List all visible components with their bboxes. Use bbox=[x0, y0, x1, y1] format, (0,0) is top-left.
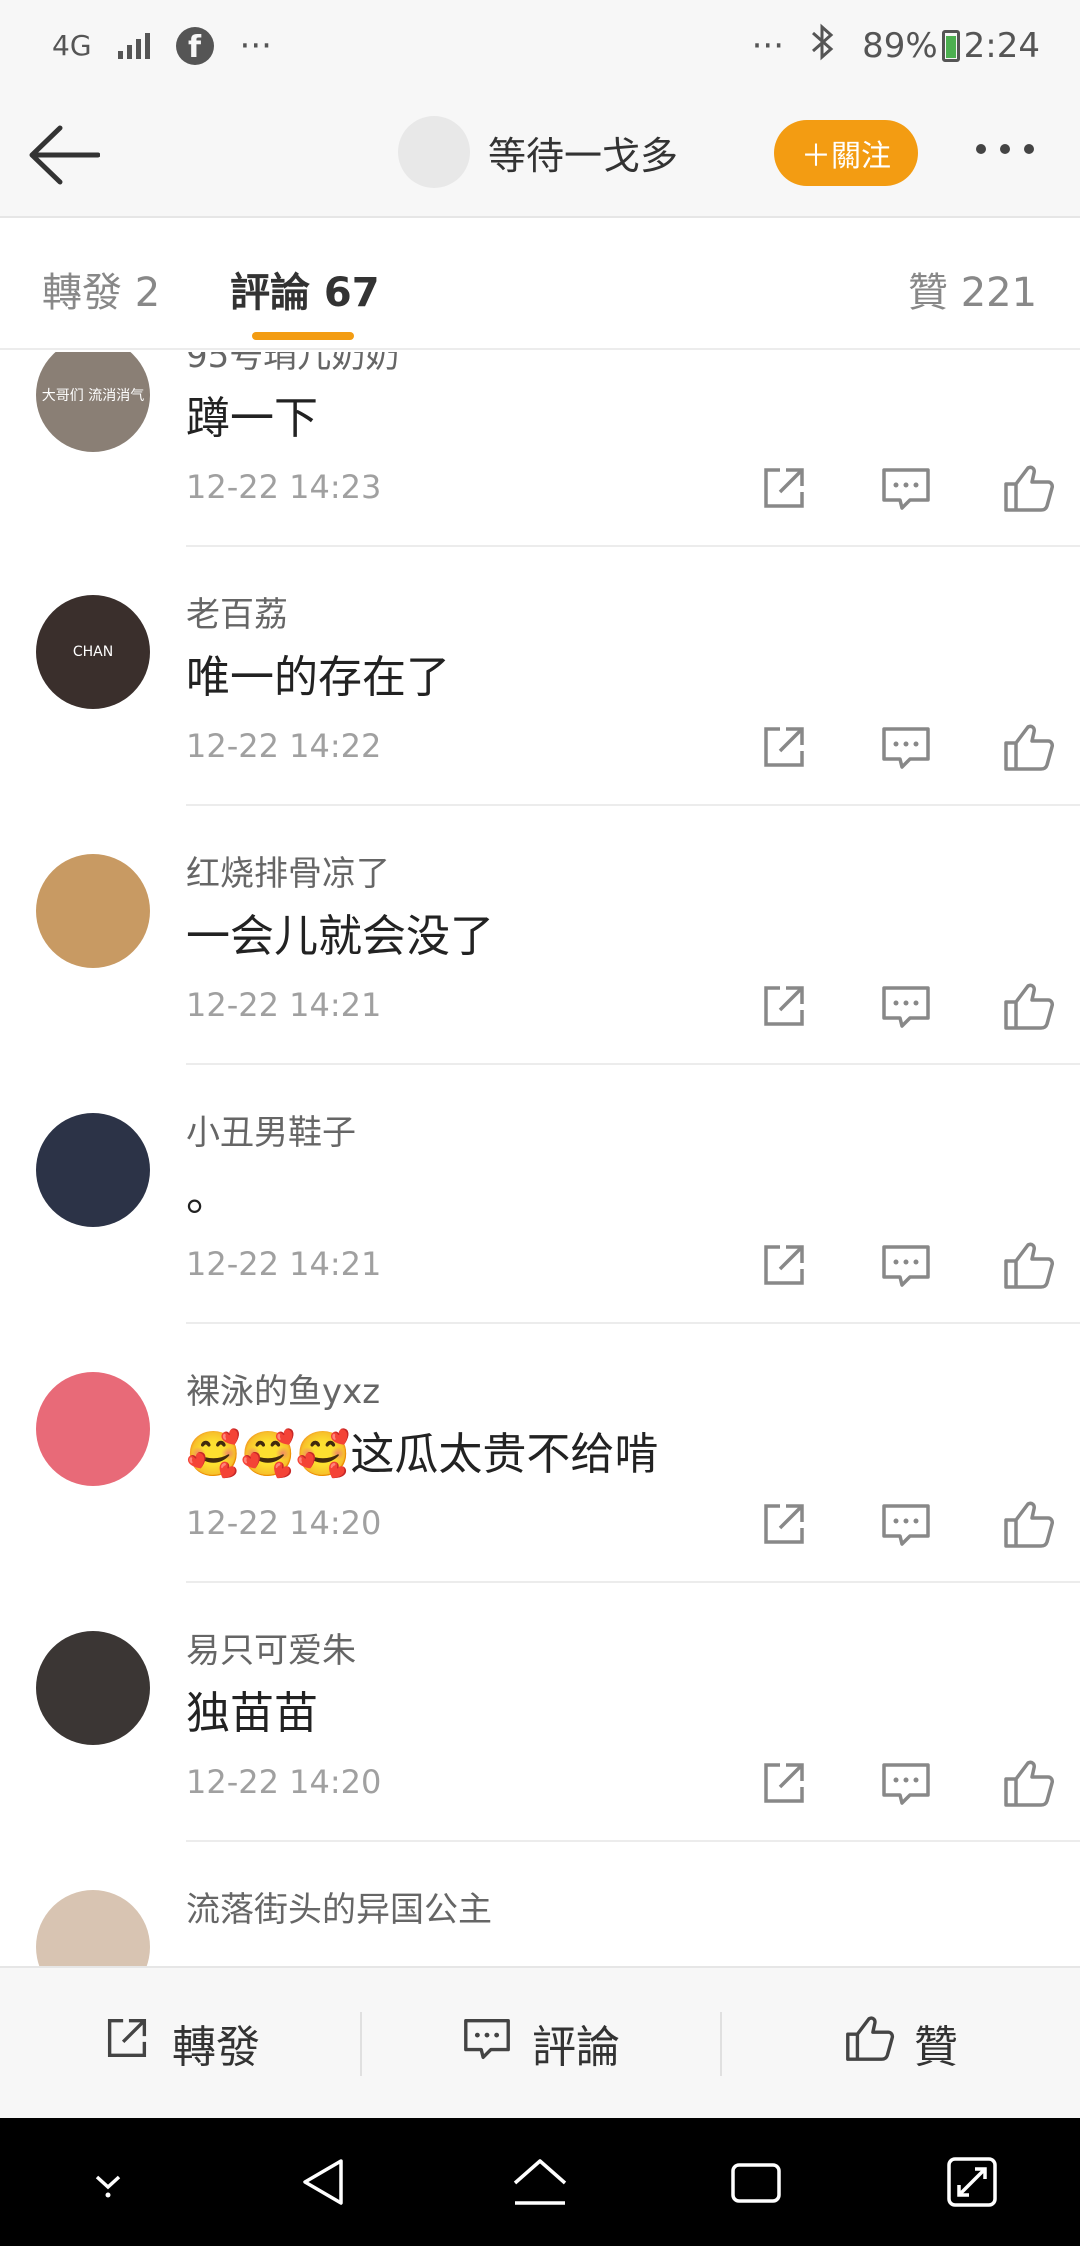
comment-username[interactable]: 流落街头的异国公主 bbox=[186, 1882, 492, 1931]
like-icon[interactable] bbox=[1000, 978, 1056, 1034]
like-icon[interactable] bbox=[1000, 1755, 1056, 1811]
home-nav-icon[interactable] bbox=[507, 2149, 573, 2215]
like-label: 贊 bbox=[914, 2022, 958, 2073]
battery-icon bbox=[941, 30, 960, 62]
share-icon[interactable] bbox=[756, 1237, 812, 1293]
share-icon[interactable] bbox=[756, 460, 812, 516]
comment-item: CHAN 老百荔 唯一的存在了 12-22 14:22 bbox=[0, 547, 1080, 806]
back-arrow-icon[interactable] bbox=[28, 122, 101, 188]
tab-comments[interactable]: 評論 67 bbox=[230, 260, 380, 318]
comment-username[interactable]: 裸泳的鱼yxz bbox=[186, 1364, 380, 1413]
comment-actions bbox=[756, 978, 1056, 1034]
repost-label: 轉發 bbox=[172, 2022, 260, 2073]
share-icon[interactable] bbox=[756, 1496, 812, 1552]
comment-icon[interactable] bbox=[878, 460, 934, 516]
comment-username[interactable]: 95号琄儿奶奶 bbox=[186, 352, 399, 377]
comment-time: 12-22 14:20 bbox=[186, 1763, 382, 1801]
comment-button[interactable]: 評論 bbox=[360, 1968, 720, 2118]
back-nav-icon[interactable] bbox=[291, 2149, 357, 2215]
comment-text: 蹲一下 bbox=[186, 393, 318, 444]
avatar[interactable]: 大哥们 流消消气 bbox=[36, 352, 150, 452]
comment-actions bbox=[756, 460, 1056, 516]
comment-text: 独苗苗 bbox=[186, 1688, 318, 1739]
avatar[interactable]: CHAN bbox=[36, 595, 150, 709]
comment-username[interactable]: 红烧排骨凉了 bbox=[186, 846, 390, 895]
comment-username[interactable]: 老百荔 bbox=[186, 587, 288, 636]
header-username[interactable]: 等待一戈多 bbox=[488, 125, 678, 180]
recents-nav-icon[interactable] bbox=[723, 2149, 789, 2215]
comment-icon[interactable] bbox=[878, 1237, 934, 1293]
comment-item: 红烧排骨凉了 一会儿就会没了 12-22 14:21 bbox=[0, 806, 1080, 1065]
comment-text: 一会儿就会没了 bbox=[186, 911, 494, 962]
like-icon[interactable] bbox=[1000, 1237, 1056, 1293]
comment-icon[interactable] bbox=[878, 1496, 934, 1552]
avatar[interactable] bbox=[36, 1113, 150, 1227]
more-icon[interactable] bbox=[976, 144, 1034, 154]
header: 等待一戈多 ＋關注 bbox=[0, 92, 1080, 218]
comment-item: 大哥们 流消消气 95号琄儿奶奶 蹲一下 12-22 14:23 bbox=[0, 352, 1080, 547]
comment-time: 12-22 14:20 bbox=[186, 1504, 382, 1542]
comment-time: 12-22 14:23 bbox=[186, 468, 382, 506]
status-more-dots: ··· bbox=[751, 26, 785, 66]
comment-item: 易只可爱朱 独苗苗 12-22 14:20 bbox=[0, 1583, 1080, 1842]
tab-indicator bbox=[252, 332, 354, 340]
tab-reposts[interactable]: 轉發 2 bbox=[42, 260, 160, 318]
comment-item: 小丑男鞋子 。 12-22 14:21 bbox=[0, 1065, 1080, 1324]
comment-label: 評論 bbox=[532, 2022, 620, 2073]
facebook-icon: f bbox=[175, 27, 214, 65]
signal-icon bbox=[117, 33, 150, 59]
bottom-action-bar: 轉發 評論 贊 bbox=[0, 1966, 1080, 2118]
notification-dots: ··· bbox=[239, 26, 272, 66]
comment-text: 。 bbox=[186, 1170, 230, 1221]
comment-username[interactable]: 易只可爱朱 bbox=[186, 1623, 356, 1672]
comment-icon[interactable] bbox=[878, 1755, 934, 1811]
like-button[interactable]: 贊 bbox=[720, 1968, 1080, 2118]
comment-actions bbox=[756, 719, 1056, 775]
status-right: ··· 89% 2:24 bbox=[752, 23, 1040, 70]
comment-item: 裸泳的鱼yxz 🥰🥰🥰这瓜太贵不给啃 12-22 14:20 bbox=[0, 1324, 1080, 1583]
system-nav-bar bbox=[0, 2118, 1080, 2246]
repost-button[interactable]: 轉發 bbox=[0, 1968, 360, 2118]
header-user[interactable]: 等待一戈多 bbox=[398, 116, 678, 188]
hide-nav-icon[interactable] bbox=[75, 2149, 141, 2215]
comment-text: 唯一的存在了 bbox=[186, 652, 450, 703]
comment-time: 12-22 14:22 bbox=[186, 727, 382, 765]
avatar[interactable] bbox=[398, 116, 470, 188]
tab-bar: 轉發 2 評論 67 贊 221 bbox=[0, 220, 1080, 350]
comment-time: 12-22 14:21 bbox=[186, 986, 382, 1024]
comment-icon[interactable] bbox=[878, 978, 934, 1034]
like-icon[interactable] bbox=[1000, 719, 1056, 775]
follow-button[interactable]: ＋關注 bbox=[774, 120, 918, 186]
avatar[interactable] bbox=[36, 1372, 150, 1486]
battery-percent: 89% bbox=[862, 26, 938, 66]
status-left: 4G f ··· bbox=[52, 26, 272, 66]
comment-text: 🥰🥰🥰这瓜太贵不给啃 bbox=[186, 1429, 659, 1480]
comment-icon bbox=[460, 2011, 514, 2076]
comment-list[interactable]: 大哥们 流消消气 95号琄儿奶奶 蹲一下 12-22 14:23 CHAN 老百… bbox=[0, 352, 1080, 1966]
like-icon bbox=[842, 2011, 896, 2076]
like-icon[interactable] bbox=[1000, 1496, 1056, 1552]
tab-likes[interactable]: 贊 221 bbox=[908, 260, 1037, 318]
network-type: 4G bbox=[52, 29, 92, 62]
clock: 2:24 bbox=[963, 26, 1040, 66]
comment-time: 12-22 14:21 bbox=[186, 1245, 382, 1283]
comment-icon[interactable] bbox=[878, 719, 934, 775]
share-icon[interactable] bbox=[756, 719, 812, 775]
comment-actions bbox=[756, 1496, 1056, 1552]
avatar[interactable] bbox=[36, 1631, 150, 1745]
expand-nav-icon[interactable] bbox=[939, 2149, 1005, 2215]
like-icon[interactable] bbox=[1000, 460, 1056, 516]
comment-actions bbox=[756, 1755, 1056, 1811]
share-icon[interactable] bbox=[756, 1755, 812, 1811]
share-icon[interactable] bbox=[756, 978, 812, 1034]
comment-username[interactable]: 小丑男鞋子 bbox=[186, 1105, 356, 1154]
comment-actions bbox=[756, 1237, 1056, 1293]
share-icon bbox=[100, 2011, 154, 2076]
status-bar: 4G f ··· ··· 89% 2:24 bbox=[0, 0, 1080, 92]
bluetooth-icon bbox=[810, 23, 836, 70]
avatar[interactable] bbox=[36, 854, 150, 968]
avatar[interactable] bbox=[36, 1890, 150, 1966]
comment-item: 流落街头的异国公主 bbox=[0, 1842, 1080, 1966]
